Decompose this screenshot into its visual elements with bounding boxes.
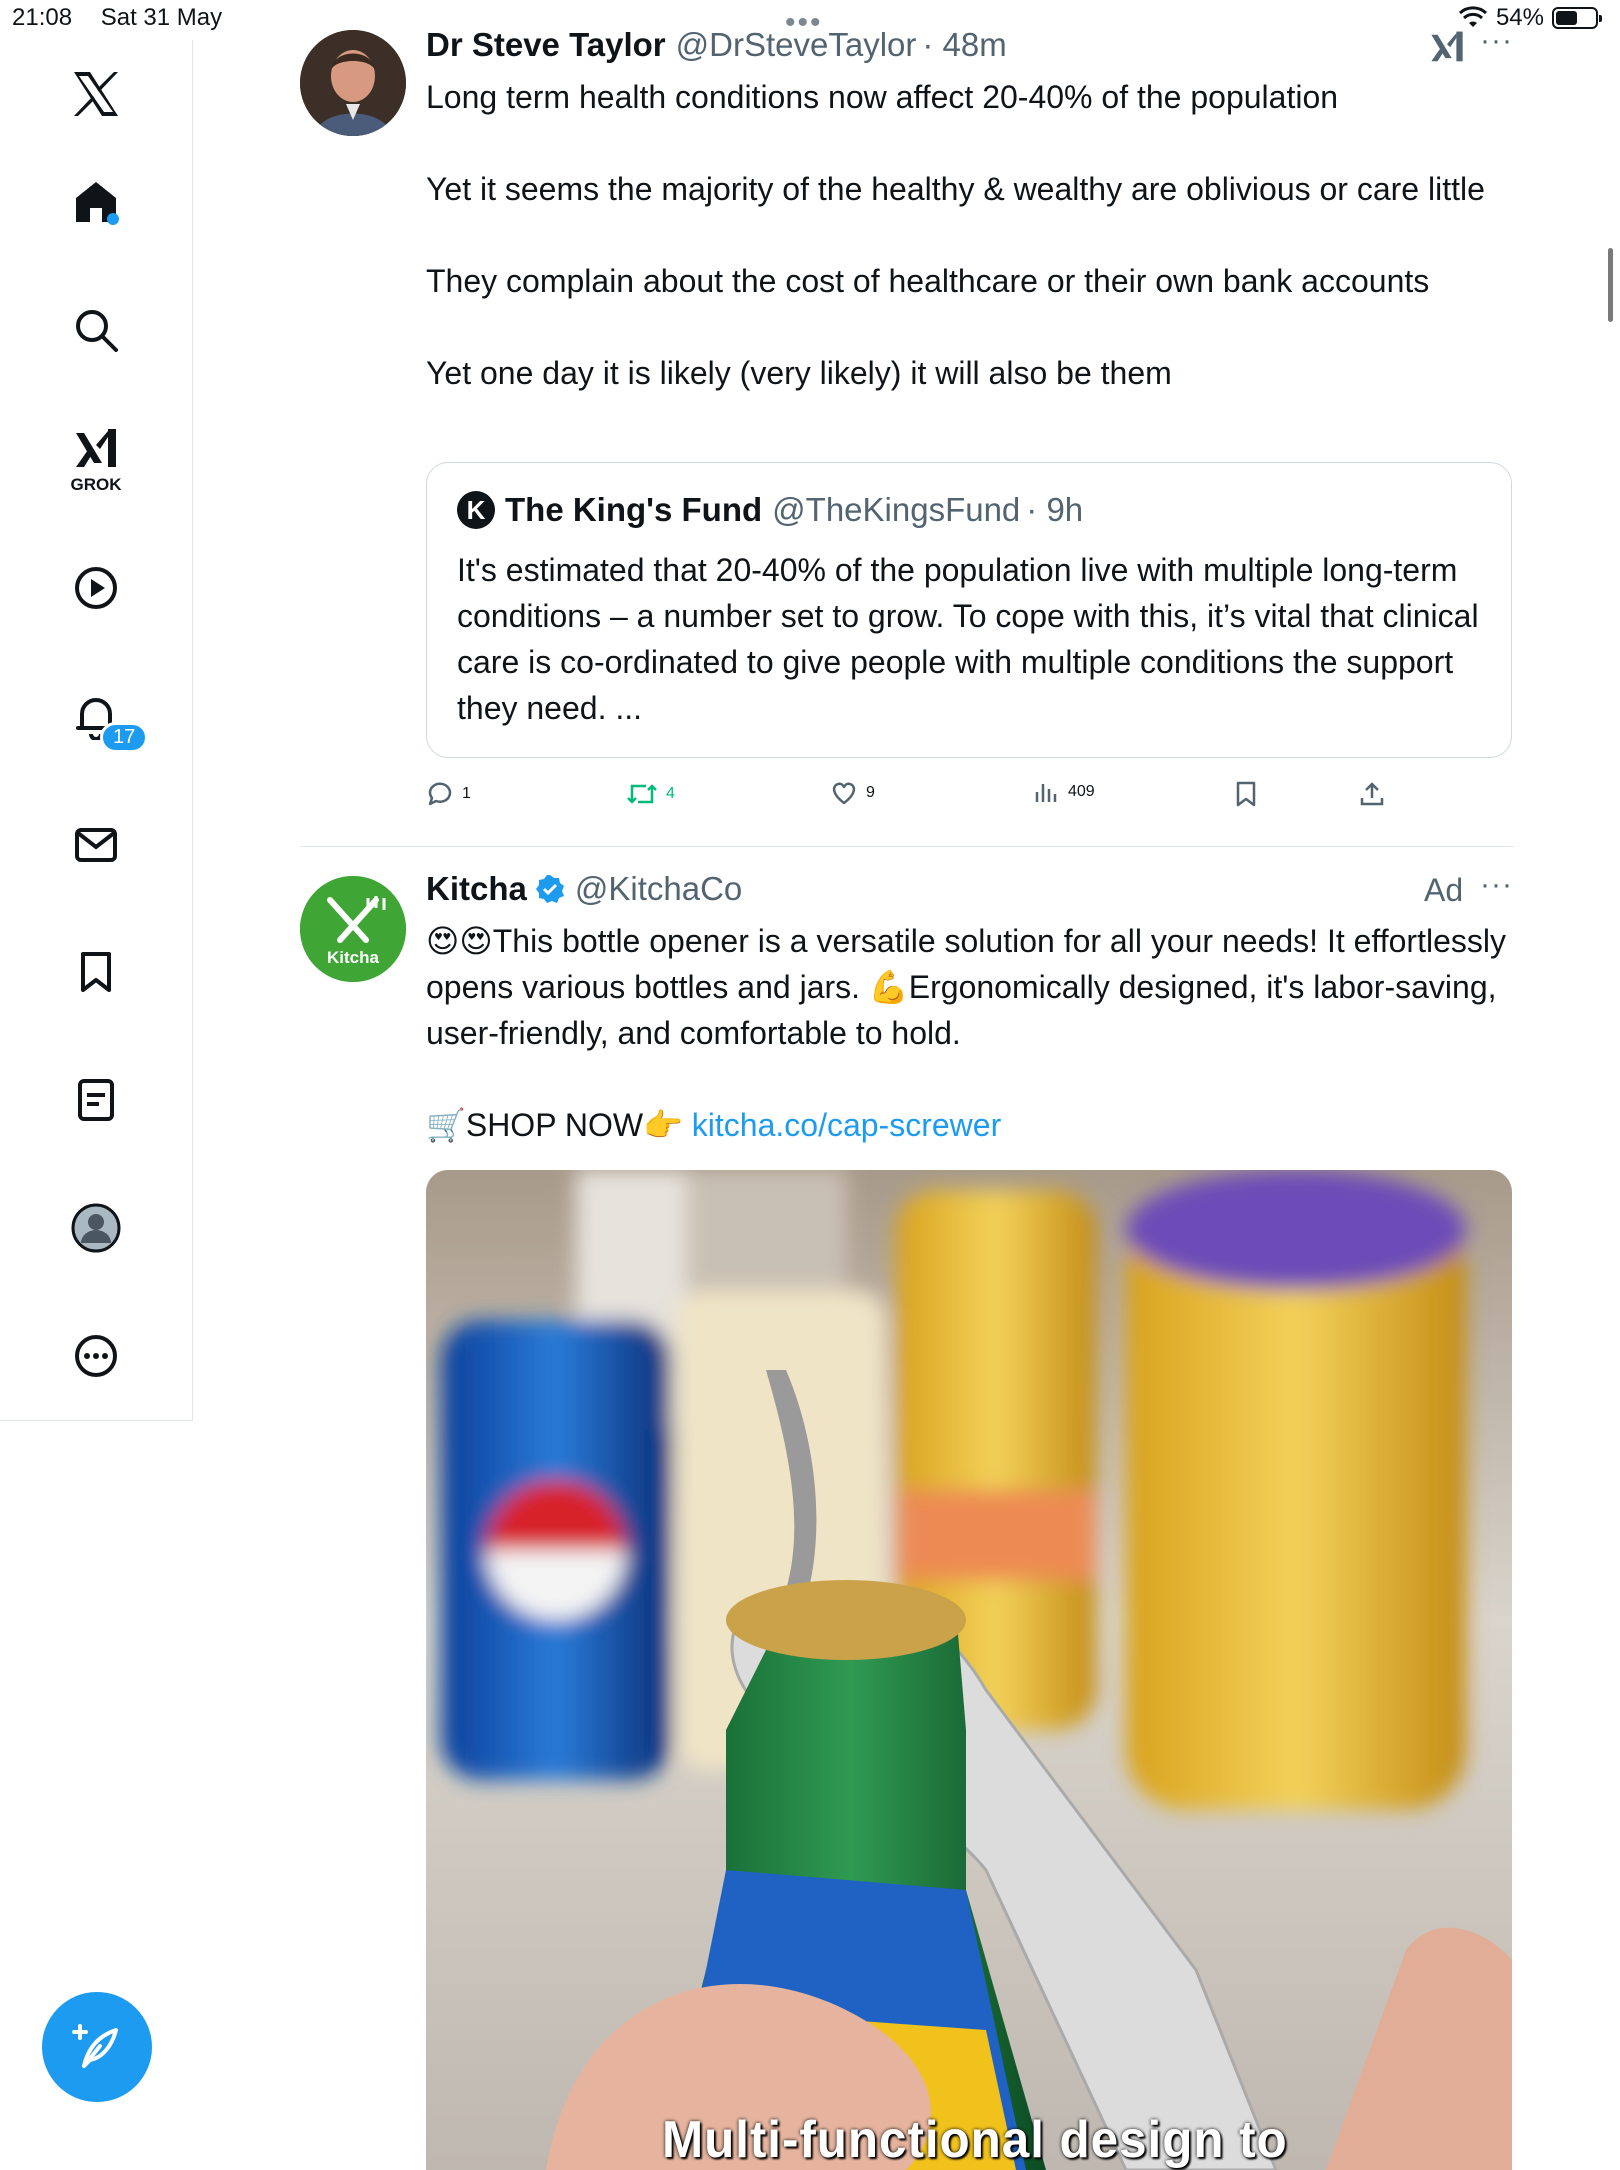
tweet-divider [300, 846, 1514, 847]
avatar-kitcha[interactable]: Kitcha [300, 876, 406, 982]
grok-label: GROK [70, 475, 122, 494]
tweet1-paragraph: They complain about the cost of healthca… [426, 263, 1430, 299]
tweet2-author-name[interactable]: Kitcha [426, 870, 527, 908]
shop-now-text: 🛒SHOP NOW👉 [426, 1107, 683, 1143]
quoted-author-name: The King's Fund [505, 491, 763, 528]
ad-video-media[interactable]: Multi-functional design to [426, 1170, 1512, 2170]
quoted-tweet-header: K The King's Fund @TheKingsFund · 9h [457, 491, 1083, 529]
home-icon[interactable] [62, 168, 130, 236]
bookmarks-icon[interactable] [62, 938, 130, 1006]
views-icon [1035, 784, 1057, 802]
compose-post-button[interactable] [42, 1992, 152, 2102]
views-count: 409 [1068, 783, 1095, 800]
status-date: Sat 31 May [100, 4, 223, 31]
tweet1-timestamp[interactable]: · 48m [922, 26, 1006, 64]
tweet1-more-icon[interactable]: ··· [1480, 24, 1513, 58]
tweet2-author-handle[interactable]: @KitchaCo [575, 870, 742, 908]
verified-badge-icon [535, 875, 564, 903]
more-icon[interactable] [62, 1322, 130, 1390]
video-icon[interactable] [62, 554, 130, 622]
home-unread-dot [107, 213, 119, 225]
tweet2-shop-line: 🛒SHOP NOW👉 kitcha.co/cap-screwer [426, 1102, 1516, 1148]
tweet1-paragraph: Yet one day it is likely (very likely) i… [426, 355, 1172, 391]
reply-count: 1 [462, 785, 471, 802]
tweet1-author-handle[interactable]: @DrSteveTaylor [676, 26, 917, 64]
quoted-timestamp: · 9h [1026, 491, 1084, 528]
status-bar-right: 54% [1458, 4, 1602, 32]
reply-button[interactable]: 1 [426, 780, 471, 808]
battery-fill [1556, 11, 1577, 25]
like-button[interactable]: 9 [830, 780, 875, 806]
messages-icon[interactable] [62, 810, 130, 878]
reply-icon [428, 782, 452, 806]
repost-button[interactable]: 4 [626, 780, 675, 808]
ad-label: Ad [1424, 872, 1464, 908]
share-button[interactable] [1358, 780, 1386, 808]
share-icon [1360, 782, 1384, 806]
grok-explain-icon[interactable] [1428, 30, 1466, 71]
quoted-author-handle: @TheKingsFund [772, 491, 1021, 528]
bookmark-button[interactable] [1234, 780, 1258, 808]
tweet1-body: Long term health conditions now affect 2… [426, 74, 1516, 396]
compose-post-icon [72, 2024, 118, 2068]
quoted-avatar[interactable]: K [457, 491, 495, 529]
x-logo-icon[interactable] [62, 60, 130, 128]
bottle-opener-video-frame [426, 1170, 1512, 2170]
tweet1-header: Dr Steve Taylor @DrSteveTaylor · 48m [426, 26, 1007, 64]
status-time: 21:08 [12, 4, 73, 31]
tweet2-text: 😍😍This bottle opener is a versatile solu… [426, 923, 1506, 1051]
tweet1-paragraph: Long term health conditions now affect 2… [426, 79, 1339, 115]
tweet2-header: Kitcha @KitchaCo [426, 870, 742, 908]
heart-icon [832, 782, 856, 805]
status-bar-left: 21:08 Sat 31 May [12, 4, 244, 32]
tweet1-paragraph: Yet it seems the majority of the healthy… [426, 171, 1485, 207]
like-count: 9 [866, 784, 875, 801]
sidebar: GROK 17 [0, 40, 193, 1421]
search-icon[interactable] [62, 296, 130, 364]
battery-icon [1552, 7, 1602, 29]
repost-icon [627, 784, 657, 804]
tweet2-body: 😍😍This bottle opener is a versatile solu… [426, 918, 1516, 1148]
scrollbar[interactable] [1608, 248, 1613, 322]
repost-count: 4 [666, 785, 675, 802]
avatar-dr-steve-taylor[interactable] [300, 30, 406, 136]
tweet1-author-name[interactable]: Dr Steve Taylor [426, 26, 666, 64]
kitcha-avatar-text: Kitcha [327, 948, 379, 967]
video-caption: Multi-functional design to [662, 2111, 1288, 2169]
views-button[interactable]: 409 [1034, 780, 1095, 804]
lists-icon[interactable] [62, 1066, 130, 1134]
bookmark-icon [1236, 781, 1256, 807]
quoted-tweet-text: It's estimated that 20-40% of the popula… [457, 552, 1479, 726]
notifications-badge: 17 [100, 722, 149, 753]
grok-icon[interactable]: GROK [62, 416, 130, 506]
kitcha-link[interactable]: kitcha.co/cap-screwer [692, 1107, 1001, 1143]
profile-icon[interactable] [62, 1194, 130, 1262]
tweet2-more-icon[interactable]: ··· [1480, 868, 1513, 902]
quoted-tweet[interactable]: K The King's Fund @TheKingsFund · 9h It'… [426, 462, 1512, 758]
